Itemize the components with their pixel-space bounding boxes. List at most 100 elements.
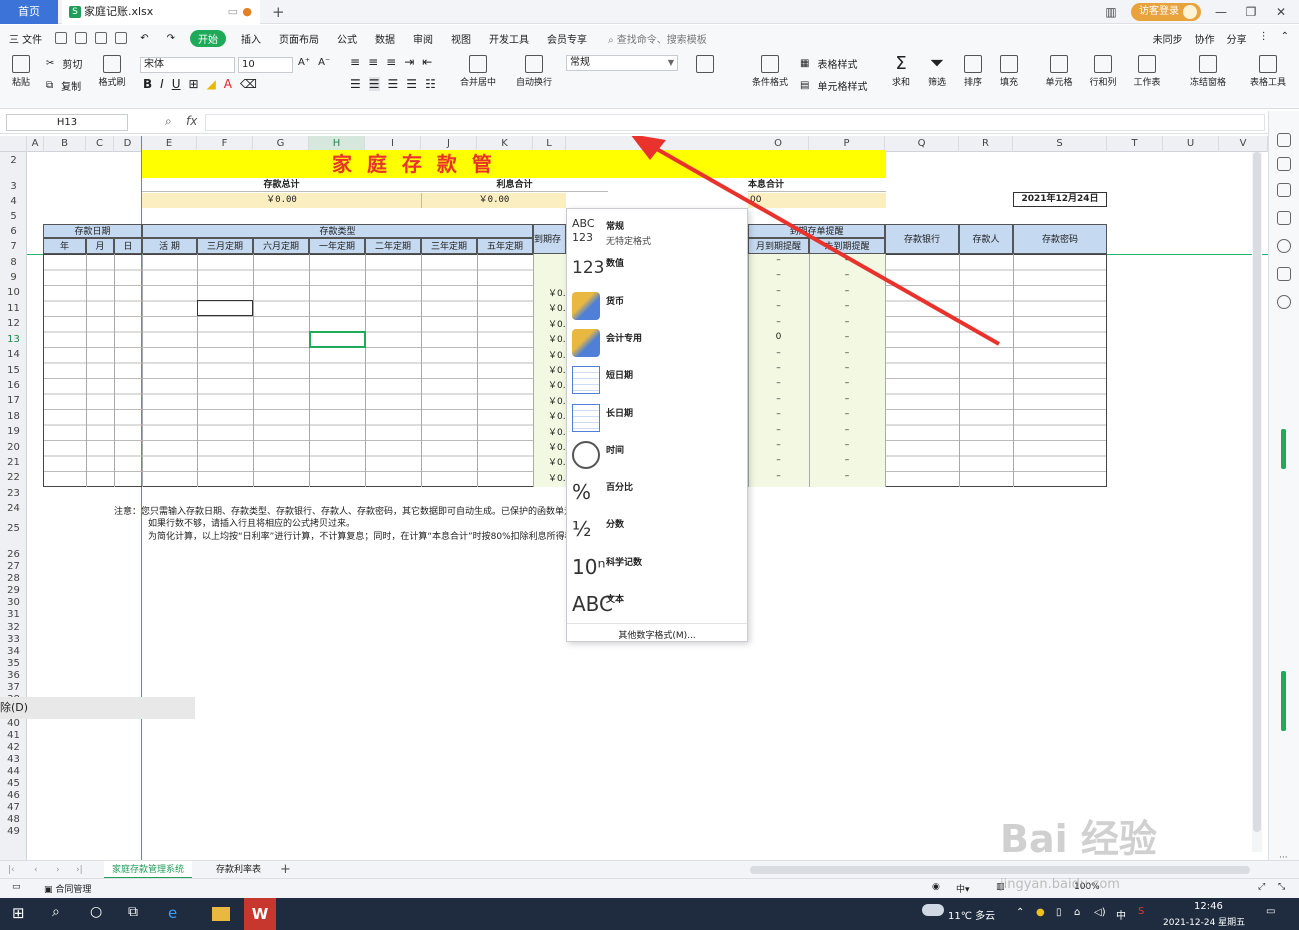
clear-icon[interactable]: ⌫ — [240, 77, 257, 91]
filter-button[interactable]: ⏷ 筛选 — [924, 55, 950, 89]
tab-developer[interactable]: 开发工具 — [480, 31, 538, 46]
rocket-icon[interactable] — [1277, 133, 1291, 147]
collapse-icon[interactable]: ⌃ — [1281, 31, 1289, 46]
new-tab-button[interactable]: + — [272, 0, 285, 24]
notification-icon[interactable]: ▭ — [1266, 906, 1275, 917]
align-bottom-icon[interactable]: ≡ — [386, 55, 396, 69]
tray-chevron-icon[interactable]: ⌃ — [1016, 907, 1024, 918]
network-icon[interactable]: ⌂ — [1074, 907, 1080, 918]
wrap-button[interactable]: 自动换行 — [512, 55, 556, 88]
tab-review[interactable]: 审阅 — [404, 31, 442, 46]
font-grow-icon[interactable]: A⁺ — [298, 57, 310, 68]
close-icon[interactable]: ✕ — [1271, 5, 1291, 19]
merge-button[interactable]: 合并居中 — [456, 55, 500, 88]
font-shrink-icon[interactable]: A⁻ — [318, 57, 330, 68]
sheet-tab-active[interactable]: 家庭存款管理系统 — [104, 861, 193, 879]
sheet-tab-rates[interactable]: 存款利率表 — [208, 861, 269, 879]
home-tab[interactable]: 首页 — [0, 0, 58, 24]
font-color-icon[interactable]: A — [224, 77, 232, 91]
image-icon[interactable] — [1277, 267, 1291, 281]
cursor-icon[interactable] — [1277, 157, 1291, 171]
formula-input[interactable] — [205, 114, 1265, 131]
align-center-icon[interactable]: ☰ — [368, 77, 380, 91]
align-left-icon[interactable]: ☰ — [350, 77, 361, 91]
wps-app-icon[interactable]: W — [244, 898, 276, 930]
tab-insert[interactable]: 插入 — [232, 31, 270, 46]
windows-start-icon[interactable]: ⊞ — [12, 904, 32, 924]
volume-icon[interactable]: ◁) — [1094, 907, 1106, 918]
outdent-icon[interactable]: ⇤ — [422, 55, 432, 69]
font-name-select[interactable]: 宋体 — [140, 57, 235, 73]
eye-icon[interactable]: ◉ — [932, 882, 940, 892]
collab-button[interactable]: 协作 — [1195, 31, 1215, 46]
restore-icon[interactable]: ❐ — [1241, 5, 1261, 19]
table-style-button[interactable]: ▦ 表格样式 — [800, 56, 857, 71]
tab-formula[interactable]: 公式 — [328, 31, 366, 46]
battery-icon[interactable]: ▯ — [1056, 907, 1062, 918]
tab-data[interactable]: 数据 — [366, 31, 404, 46]
align-top-icon[interactable]: ≡ — [350, 55, 360, 69]
tab-nav-next-icon[interactable]: › — [56, 861, 60, 879]
tab-nav-last-icon[interactable]: ›| — [76, 861, 83, 879]
format-painter-button[interactable]: 格式刷 — [96, 55, 128, 88]
clock-time[interactable]: 12:46 — [1194, 901, 1223, 912]
split-icon[interactable] — [1277, 211, 1291, 225]
clock-date[interactable]: 2021-12-24 星期五 — [1163, 915, 1245, 928]
settings-icon[interactable] — [1277, 295, 1291, 309]
file-tab[interactable]: S 家庭记账.xlsx ▭ ● — [62, 0, 260, 24]
zoom-formula-icon[interactable]: ⌕ — [165, 114, 172, 129]
convert-button[interactable] — [695, 55, 715, 75]
spreadsheet-grid[interactable]: A B C D E F G H I J K L O P Q R S T U V … — [0, 136, 1268, 860]
bold-icon[interactable]: B — [143, 77, 152, 91]
sogou-icon[interactable]: S — [1138, 906, 1144, 917]
file-explorer-icon[interactable] — [212, 907, 230, 921]
border-icon[interactable]: ⊞ — [189, 77, 199, 91]
adjust-icon[interactable] — [1277, 183, 1291, 197]
layout-icon[interactable]: ▥ — [1101, 5, 1121, 19]
file-menu[interactable]: 三 文件 — [0, 31, 51, 46]
status-icon[interactable]: ▭ — [12, 882, 21, 892]
tab-view[interactable]: 视图 — [442, 31, 480, 46]
cell-style-button[interactable]: ▤ 单元格样式 — [800, 78, 867, 93]
save-icon[interactable] — [55, 32, 68, 44]
sum-button[interactable]: Σ 求和 — [888, 55, 914, 89]
ime-indicator[interactable]: 中 — [1116, 907, 1126, 922]
weather-text[interactable]: 11℃ 多云 — [948, 907, 995, 922]
tab-start[interactable]: 开始 — [189, 29, 226, 47]
italic-icon[interactable]: I — [160, 77, 164, 91]
undo-icon[interactable]: ↶ — [131, 33, 157, 44]
cut-button[interactable]: ✂ 剪切 — [46, 56, 82, 71]
cell-button[interactable]: 单元格 — [1042, 55, 1076, 88]
sync-button[interactable]: 未同步 — [1153, 31, 1183, 46]
preview-icon[interactable] — [115, 32, 128, 44]
sort-button[interactable]: 排序 — [960, 55, 986, 88]
redo-icon[interactable]: ↷ — [158, 33, 184, 44]
table-tools-button[interactable]: 表格工具 — [1248, 55, 1288, 88]
share-button[interactable]: 分享 — [1227, 31, 1247, 46]
tab-nav-first-icon[interactable]: |‹ — [8, 861, 15, 879]
tray-app-icon[interactable]: ● — [1036, 907, 1045, 918]
tab-nav-prev-icon[interactable]: ‹ — [34, 861, 38, 879]
paste-button[interactable]: 粘贴 — [8, 55, 34, 88]
more-icon[interactable]: ⋮ — [1259, 31, 1269, 46]
name-box[interactable]: H13 — [6, 114, 128, 131]
fullscreen-icon[interactable]: ⤡ — [1278, 882, 1285, 892]
fill-color-icon[interactable]: ◢ — [207, 77, 216, 91]
fx-icon[interactable]: fx — [186, 114, 197, 128]
indent-icon[interactable]: ⇥ — [404, 55, 414, 69]
add-sheet-button[interactable]: + — [280, 861, 291, 879]
contract-button[interactable]: ▣ 合同管理 — [44, 882, 91, 895]
copy-button[interactable]: ⧉ 复制 — [46, 78, 81, 93]
horizontal-scrollbar[interactable] — [750, 866, 1250, 874]
distribute-icon[interactable]: ☷ — [425, 77, 436, 91]
command-search[interactable]: ⌕ 查找命令、搜索模板 — [608, 31, 707, 46]
align-middle-icon[interactable]: ≡ — [368, 55, 378, 69]
ie-browser-icon[interactable]: e — [168, 904, 188, 924]
fill-button[interactable]: 填充 — [996, 55, 1022, 88]
freeze-button[interactable]: 冻结窗格 — [1186, 55, 1230, 88]
underline-icon[interactable]: U — [172, 77, 181, 91]
ime-status-icon[interactable]: 中▾ — [956, 882, 970, 895]
number-format-select[interactable]: 常规 ▼ — [566, 55, 678, 71]
taskbar-search-icon[interactable]: ⌕ — [52, 904, 72, 924]
minimize-icon[interactable]: — — [1211, 5, 1231, 19]
